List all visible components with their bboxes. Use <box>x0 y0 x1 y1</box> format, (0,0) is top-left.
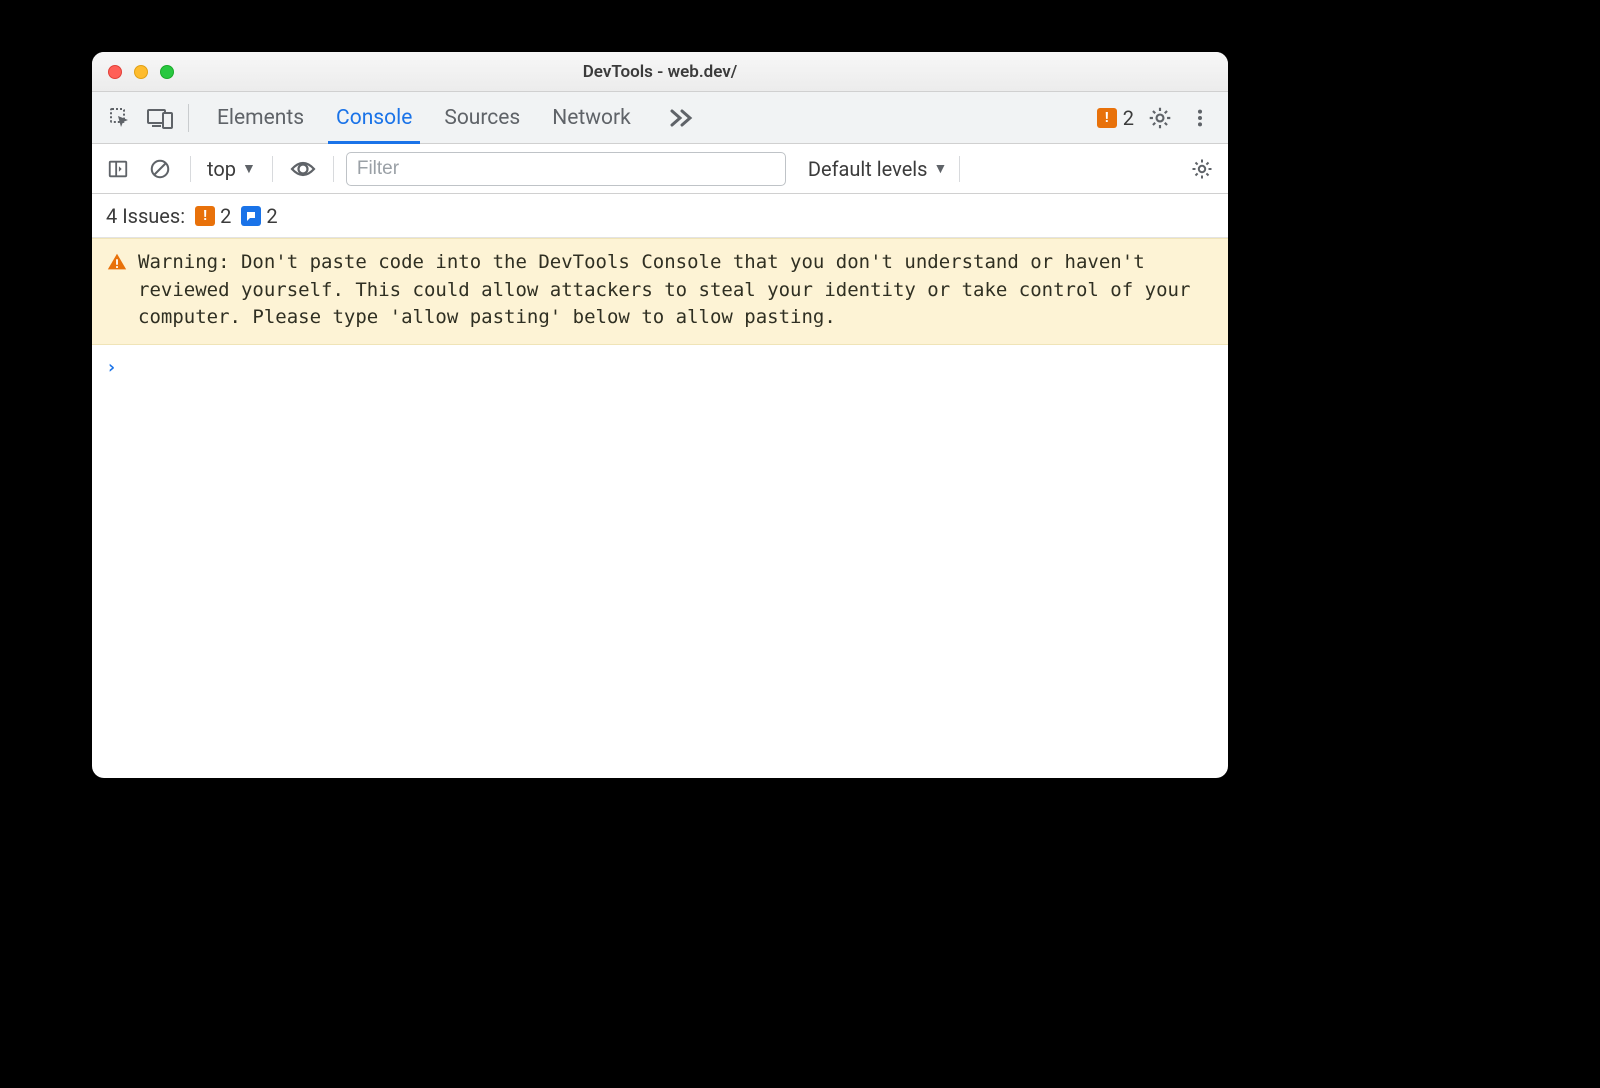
close-window-button[interactable] <box>108 65 122 79</box>
divider <box>959 156 960 182</box>
window-title: DevTools - web.dev/ <box>92 62 1228 82</box>
issues-count: 2 <box>1123 106 1134 130</box>
tab-network[interactable]: Network <box>550 92 633 143</box>
context-label: top <box>207 157 236 181</box>
prompt-caret-icon: › <box>106 357 117 378</box>
main-tabbar: Elements Console Sources Network ! 2 <box>92 92 1228 144</box>
issues-info-link[interactable]: 2 <box>241 204 277 228</box>
issues-row: 4 Issues: ! 2 2 <box>92 194 1228 238</box>
device-toolbar-button[interactable] <box>140 98 180 138</box>
tab-sources[interactable]: Sources <box>442 92 522 143</box>
traffic-lights <box>92 65 174 79</box>
tabs: Elements Console Sources Network <box>215 92 701 143</box>
toggle-sidebar-button[interactable] <box>100 151 136 187</box>
divider <box>188 104 189 132</box>
more-tabs-button[interactable] <box>661 92 701 143</box>
tab-elements[interactable]: Elements <box>215 92 306 143</box>
titlebar: DevTools - web.dev/ <box>92 52 1228 92</box>
console-prompt[interactable]: › <box>92 345 1228 390</box>
info-badge-icon <box>241 206 261 226</box>
warning-text: Warning: Don't paste code into the DevTo… <box>138 249 1214 332</box>
live-expression-button[interactable] <box>285 151 321 187</box>
self-xss-warning: Warning: Don't paste code into the DevTo… <box>92 238 1228 345</box>
inspect-element-button[interactable] <box>100 98 140 138</box>
more-options-button[interactable] <box>1180 98 1220 138</box>
tab-console[interactable]: Console <box>334 92 414 143</box>
minimize-window-button[interactable] <box>134 65 148 79</box>
issues-indicator[interactable]: ! 2 <box>1097 106 1134 130</box>
clear-console-button[interactable] <box>142 151 178 187</box>
issues-warn-count: 2 <box>220 204 231 228</box>
divider <box>272 156 273 182</box>
dropdown-icon: ▼ <box>242 160 256 177</box>
issues-info-count: 2 <box>266 204 277 228</box>
issues-label: 4 Issues: <box>106 204 185 228</box>
divider <box>333 156 334 182</box>
filter-input[interactable] <box>346 152 786 186</box>
log-levels-selector[interactable]: Default levels ▼ <box>808 157 948 181</box>
warning-badge-icon: ! <box>1097 108 1117 128</box>
devtools-window: DevTools - web.dev/ Elements Console Sou… <box>92 52 1228 778</box>
issues-warnings-link[interactable]: ! 2 <box>195 204 231 228</box>
dropdown-icon: ▼ <box>934 160 948 177</box>
console-settings-button[interactable] <box>1184 151 1220 187</box>
divider <box>190 156 191 182</box>
levels-label: Default levels <box>808 157 928 181</box>
console-toolbar: top ▼ Default levels ▼ <box>92 144 1228 194</box>
warning-icon <box>106 251 128 273</box>
context-selector[interactable]: top ▼ <box>203 157 260 181</box>
warning-badge-icon: ! <box>195 206 215 226</box>
maximize-window-button[interactable] <box>160 65 174 79</box>
settings-button[interactable] <box>1140 98 1180 138</box>
